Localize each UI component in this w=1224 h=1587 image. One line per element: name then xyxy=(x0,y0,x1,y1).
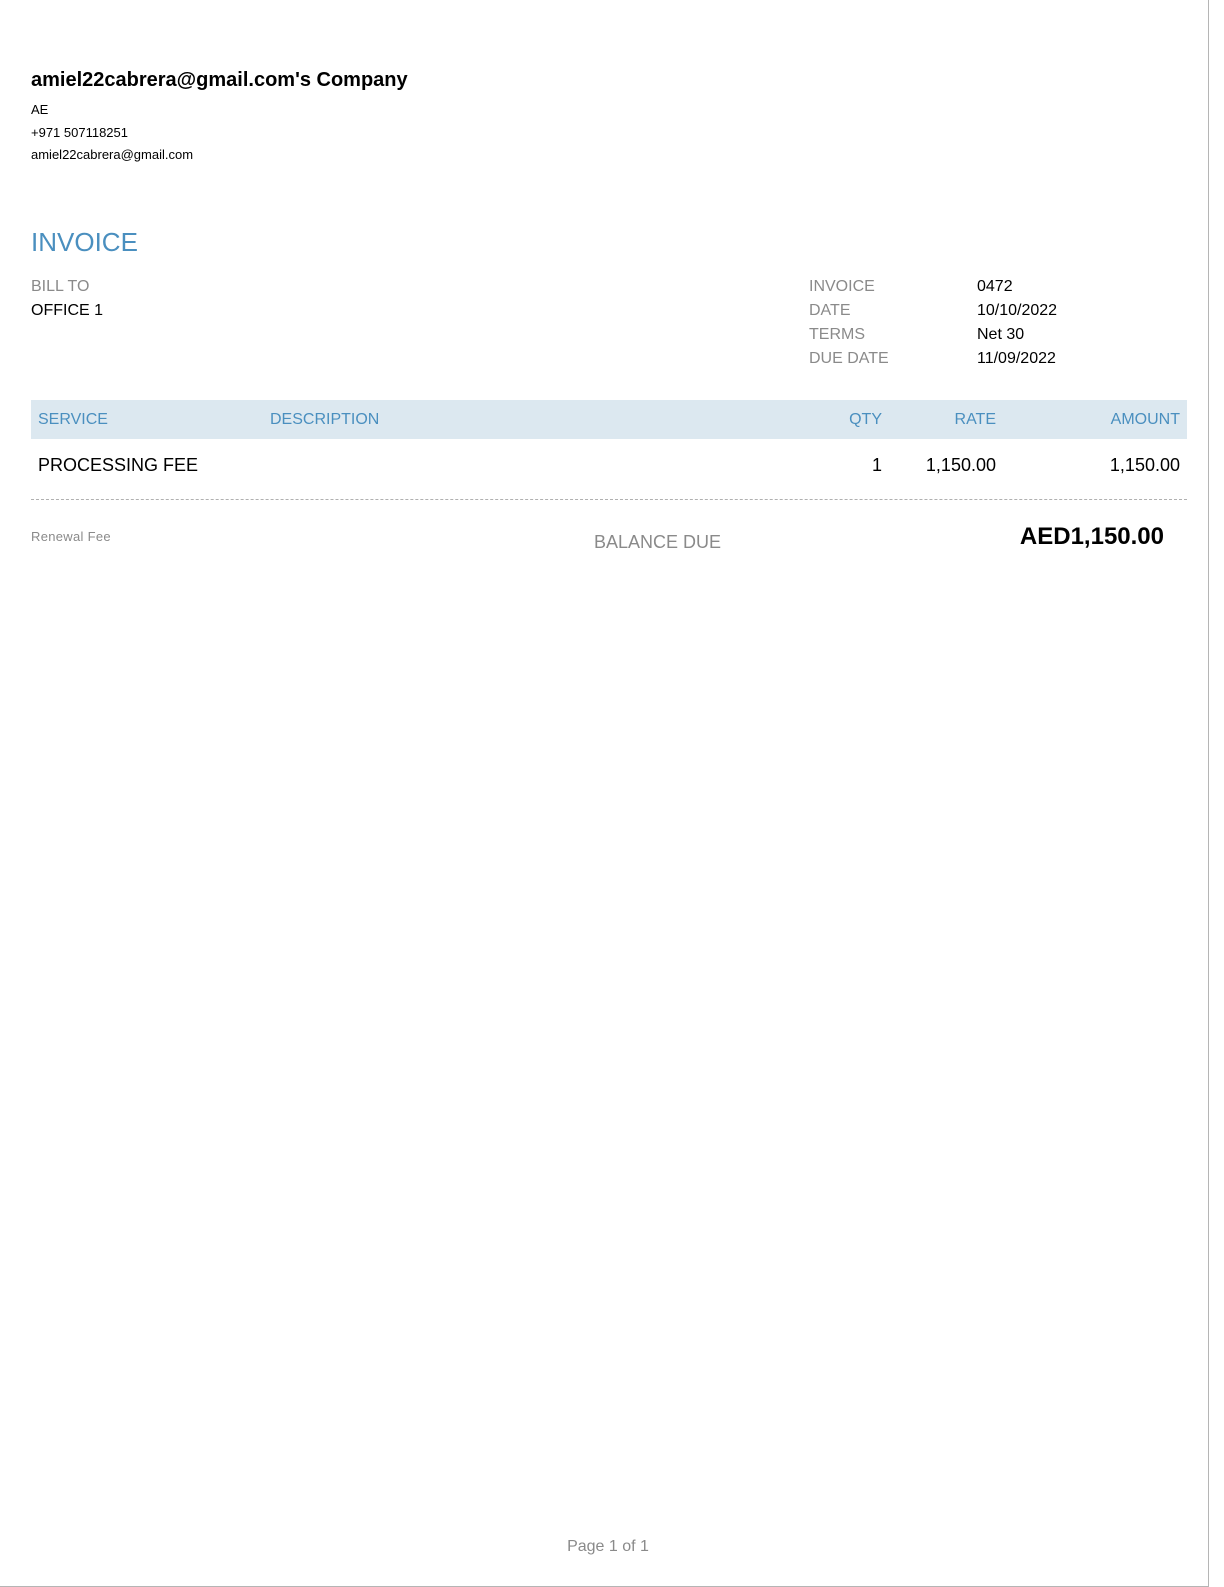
bill-to-value: OFFICE 1 xyxy=(31,302,104,319)
cell-service: PROCESSING FEE xyxy=(38,455,199,475)
meta-row-due-date: DUE DATE 11/09/2022 xyxy=(809,350,1109,374)
header-rate: RATE xyxy=(954,411,996,428)
balance-due-amount: AED1,150.00 xyxy=(1019,523,1164,550)
meta-label: DATE xyxy=(809,302,851,319)
company-name: amiel22cabrera@gmail.com's Company xyxy=(31,69,408,91)
header-amount: AMOUNT xyxy=(1110,411,1180,428)
cell-rate: 1,150.00 xyxy=(925,455,996,475)
invoice-meta: INVOICE 0472 DATE 10/10/2022 TERMS Net 3… xyxy=(809,278,1109,374)
document-title: INVOICE xyxy=(31,227,138,257)
meta-value: 11/09/2022 xyxy=(977,350,1056,367)
header-service: SERVICE xyxy=(38,411,108,428)
meta-label: TERMS xyxy=(809,326,865,343)
company-country: AE xyxy=(31,102,49,117)
page-number: Page 1 of 1 xyxy=(567,1538,649,1555)
cell-amount: 1,150.00 xyxy=(1109,455,1180,475)
header-description: DESCRIPTION xyxy=(270,411,380,428)
meta-row-date: DATE 10/10/2022 xyxy=(809,302,1109,326)
meta-label: INVOICE xyxy=(809,278,875,295)
table-row: PROCESSING FEE 1 1,150.00 1,150.00 xyxy=(31,455,1187,479)
meta-value: 10/10/2022 xyxy=(977,302,1058,319)
bill-to-label: BILL TO xyxy=(31,278,90,295)
items-divider xyxy=(31,499,1187,500)
header-qty: QTY xyxy=(849,411,882,428)
cell-qty: 1 xyxy=(871,455,882,475)
items-table-header: SERVICE DESCRIPTION QTY RATE AMOUNT xyxy=(31,400,1187,439)
company-email: amiel22cabrera@gmail.com xyxy=(31,147,194,162)
meta-value: Net 30 xyxy=(977,326,1025,343)
company-phone: +971 507118251 xyxy=(31,125,128,140)
invoice-page: amiel22cabrera@gmail.com's Company AE +9… xyxy=(0,0,1209,1587)
meta-row-terms: TERMS Net 30 xyxy=(809,326,1109,350)
meta-row-invoice-number: INVOICE 0472 xyxy=(809,278,1109,302)
balance-due-label: BALANCE DUE xyxy=(594,532,722,552)
meta-value: 0472 xyxy=(977,278,1013,295)
meta-label: DUE DATE xyxy=(809,350,889,367)
invoice-note: Renewal Fee xyxy=(31,529,111,544)
